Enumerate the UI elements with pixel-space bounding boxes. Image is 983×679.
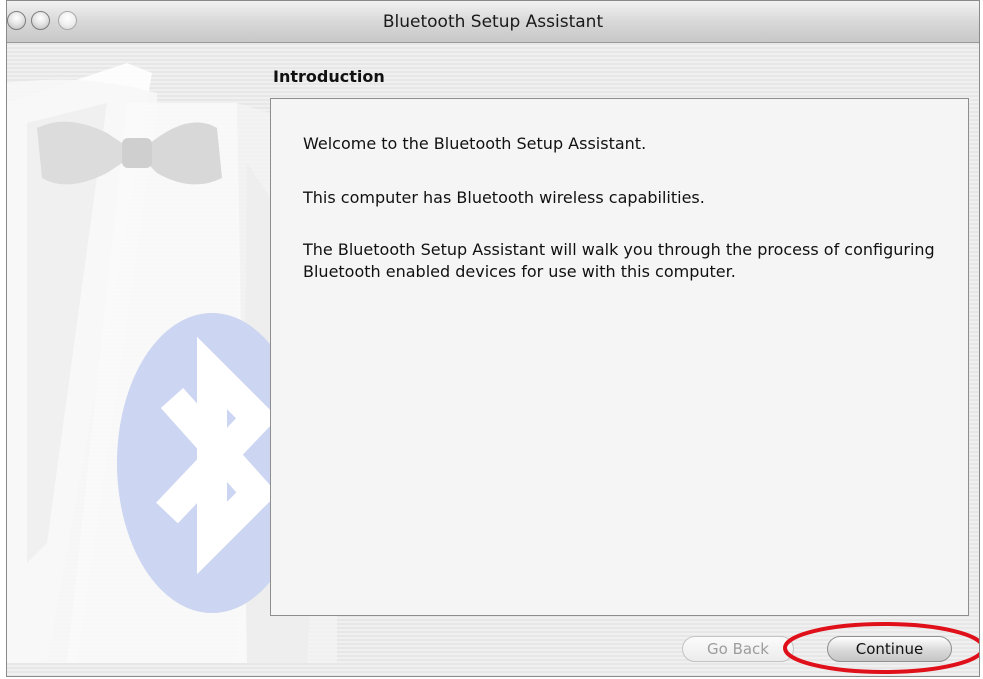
section-title: Introduction <box>273 67 385 86</box>
title-bar[interactable]: Bluetooth Setup Assistant <box>7 1 979 43</box>
welcome-text: Welcome to the Bluetooth Setup Assistant… <box>303 134 647 153</box>
highlight-circle <box>783 622 979 674</box>
bluetooth-setup-window: Bluetooth Setup Assistant Introduction W… <box>6 0 980 677</box>
go-back-button[interactable]: Go Back <box>682 636 794 662</box>
description-text: The Bluetooth Setup Assistant will walk … <box>303 240 935 281</box>
window-title: Bluetooth Setup Assistant <box>382 12 604 32</box>
content-panel: Welcome to the Bluetooth Setup Assistant… <box>270 98 969 616</box>
capabilities-text: This computer has Bluetooth wireless cap… <box>303 188 705 207</box>
